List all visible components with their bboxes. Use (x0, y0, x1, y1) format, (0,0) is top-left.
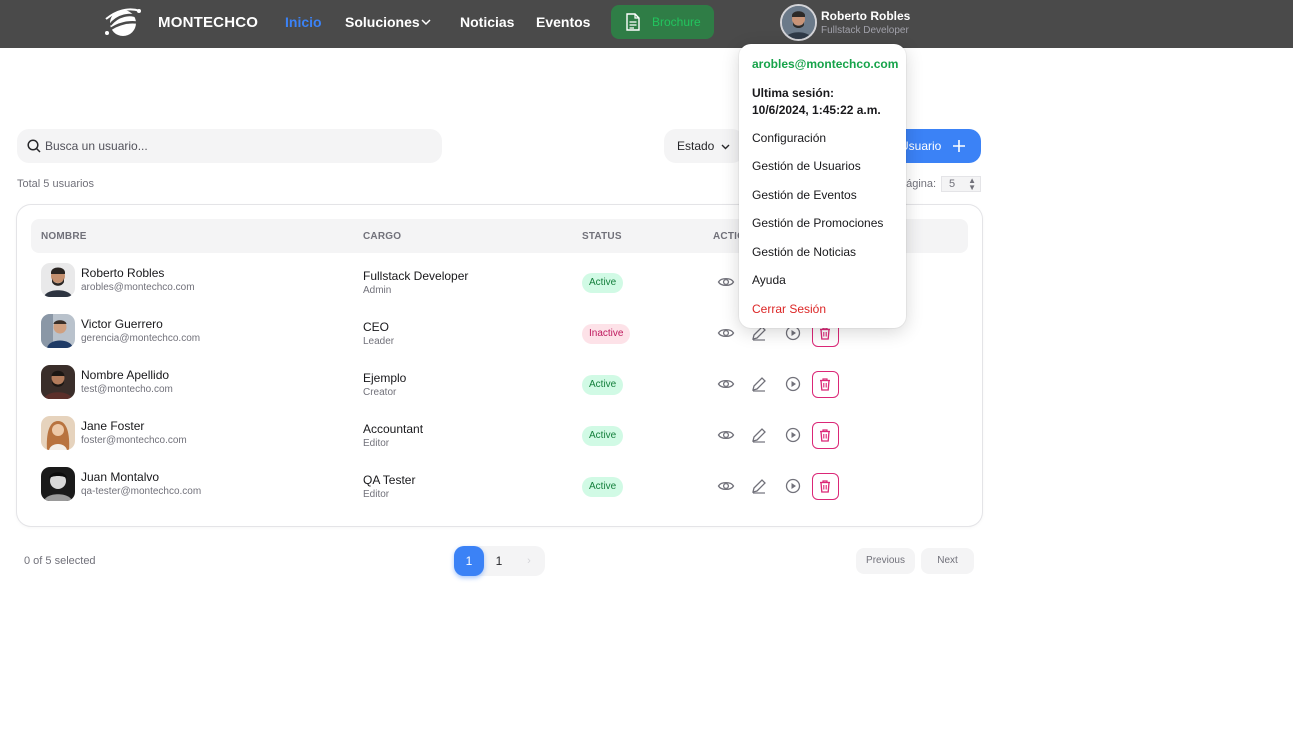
user-role: Accountant (363, 422, 424, 436)
menu-item-gestion-promociones[interactable]: Gestión de Promociones (752, 216, 883, 230)
nav-link-inicio[interactable]: Inicio (285, 14, 322, 30)
rows-per-page-value: 5 (949, 178, 956, 190)
user-email: foster@montechco.com (81, 435, 187, 446)
brochure-button[interactable]: Brochure (611, 5, 714, 39)
menu-item-cerrar-sesion[interactable]: Cerrar Sesión (752, 302, 826, 316)
column-header-status[interactable]: STATUS (582, 231, 622, 242)
eye-icon[interactable] (717, 477, 735, 495)
edit-icon[interactable] (750, 375, 768, 393)
last-session-info: Ultima sesión: 10/6/2024, 1:45:22 a.m. (752, 85, 902, 119)
user-role-sub: Leader (363, 336, 395, 347)
logo-icon[interactable] (104, 5, 142, 41)
user-role-sub: Editor (363, 489, 390, 500)
user-name: Jane Foster (81, 419, 145, 433)
stepper-arrows-icon: ▲ ▼ (968, 176, 976, 192)
user-role: Fullstack Developer (363, 269, 469, 283)
column-header-nombre[interactable]: NOMBRE (41, 231, 87, 242)
avatar (41, 314, 75, 348)
trash-icon (820, 429, 830, 442)
add-user-label: Usuario (900, 139, 942, 153)
status-badge: Active (582, 273, 624, 293)
last-session-label: Ultima sesión: (752, 86, 835, 100)
user-role: CEO (363, 320, 390, 334)
avatar (41, 467, 75, 501)
previous-button[interactable]: Previous (856, 548, 915, 574)
document-icon (626, 13, 640, 31)
user-email: gerencia@montechco.com (81, 333, 201, 344)
user-menu-dropdown: arobles@montechco.com Ultima sesión: 10/… (739, 44, 906, 328)
search-input[interactable] (45, 137, 425, 155)
status-badge: Active (582, 375, 624, 395)
user-email: arobles@montechco.com (81, 282, 195, 293)
top-navbar: MONTECHCO Inicio Soluciones Noticias Eve… (0, 0, 1293, 48)
user-menu-email: arobles@montechco.com (752, 57, 899, 71)
total-users-text: Total 5 usuarios (17, 178, 95, 190)
next-button[interactable]: Next (921, 548, 974, 574)
user-role-sub: Editor (363, 438, 390, 449)
status-badge: Inactive (582, 324, 631, 344)
nav-link-noticias[interactable]: Noticias (460, 14, 514, 30)
trash-icon (820, 327, 830, 340)
menu-item-ayuda[interactable]: Ayuda (752, 273, 786, 287)
search-bar[interactable] (17, 129, 442, 163)
edit-icon[interactable] (750, 477, 768, 495)
user-email: qa-tester@montechco.com (81, 486, 202, 497)
play-icon[interactable] (784, 426, 802, 444)
user-avatar[interactable] (780, 4, 817, 41)
brochure-label: Brochure (652, 15, 701, 29)
avatar (41, 365, 75, 399)
user-name: Juan Montalvo (81, 470, 160, 484)
trash-icon (820, 378, 830, 391)
avatar (41, 416, 75, 450)
delete-button[interactable] (812, 473, 839, 500)
chevron-down-icon (721, 144, 730, 150)
user-role-sub: Creator (363, 387, 397, 398)
trash-icon (820, 480, 830, 493)
user-name: Victor Guerrero (81, 317, 163, 331)
user-name: Nombre Apellido (81, 368, 170, 382)
menu-item-gestion-usuarios[interactable]: Gestión de Usuarios (752, 159, 861, 173)
table-row[interactable]: Nombre Apellido test@montecho.com Ejempl… (31, 360, 968, 411)
edit-icon[interactable] (750, 426, 768, 444)
pagination-page-button[interactable]: 1 (488, 546, 510, 576)
nav-user-name[interactable]: Roberto Robles (821, 9, 910, 23)
user-name: Roberto Robles (81, 266, 165, 280)
menu-item-configuracion[interactable]: Configuración (752, 131, 826, 145)
user-role: Ejemplo (363, 371, 407, 385)
eye-icon[interactable] (717, 426, 735, 444)
brand-name[interactable]: MONTECHCO (158, 14, 258, 31)
nav-link-eventos[interactable]: Eventos (536, 14, 590, 30)
eye-icon[interactable] (717, 273, 735, 291)
rows-per-page-select[interactable]: 5 ▲ ▼ (941, 176, 981, 192)
delete-button[interactable] (812, 422, 839, 449)
eye-icon[interactable] (717, 375, 735, 393)
search-icon (27, 139, 41, 153)
user-email: test@montecho.com (81, 384, 173, 395)
nav-link-soluciones[interactable]: Soluciones (345, 14, 420, 30)
avatar (41, 263, 75, 297)
status-badge: Active (582, 426, 624, 446)
selection-count: 0 of 5 selected (24, 555, 96, 567)
pagination-current-page[interactable]: 1 (454, 546, 484, 576)
last-session-value: 10/6/2024, 1:45:22 a.m. (752, 103, 881, 117)
eye-icon[interactable] (717, 324, 735, 342)
plus-icon (953, 140, 965, 152)
column-header-cargo[interactable]: CARGO (363, 231, 401, 242)
user-role-sub: Admin (363, 285, 392, 296)
table-row[interactable]: Jane Foster foster@montechco.com Account… (31, 411, 968, 462)
status-filter-label: Estado (677, 139, 715, 153)
menu-item-gestion-noticias[interactable]: Gestión de Noticias (752, 245, 856, 259)
nav-user-role: Fullstack Developer (821, 25, 909, 36)
play-icon[interactable] (784, 375, 802, 393)
table-row[interactable]: Juan Montalvo qa-tester@montechco.com QA… (31, 462, 968, 513)
delete-button[interactable] (812, 371, 839, 398)
chevron-down-icon[interactable] (420, 16, 432, 28)
play-icon[interactable] (784, 477, 802, 495)
status-badge: Active (582, 477, 624, 497)
status-filter-dropdown[interactable]: Estado (664, 129, 744, 163)
menu-item-gestion-eventos[interactable]: Gestión de Eventos (752, 188, 857, 202)
user-role: QA Tester (363, 473, 416, 487)
pagination-next-arrow[interactable]: › (520, 546, 538, 576)
